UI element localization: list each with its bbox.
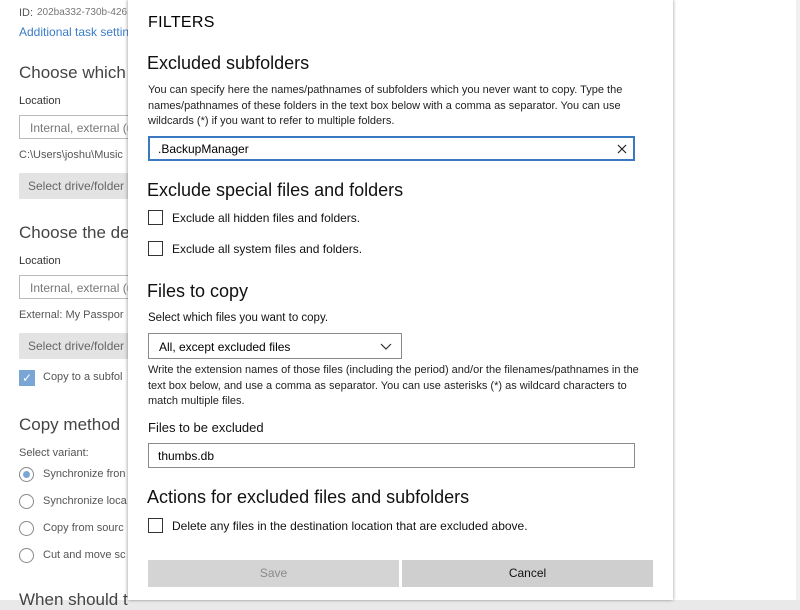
exclude-system-label: Exclude all system files and folders. <box>172 242 363 256</box>
excluded-subfolders-value: .BackupManager <box>158 142 249 156</box>
exclude-hidden-label: Exclude all hidden files and folders. <box>172 211 361 225</box>
actions-heading: Actions for excluded files and subfolder… <box>147 487 470 507</box>
dialog-title: FILTERS <box>148 14 215 31</box>
variant-radio-1[interactable] <box>19 467 34 482</box>
right-panel <box>672 0 800 600</box>
when-heading: When should t <box>19 590 128 609</box>
choose-source-heading: Choose which <box>19 63 126 82</box>
copy-subfolder-label: Copy to a subfol <box>43 371 123 383</box>
copy-subfolder-checkbox[interactable]: ✓ <box>19 370 35 386</box>
variant-label-2: Synchronize loca <box>43 495 127 507</box>
files-excluded-input[interactable]: thumbs.db <box>148 443 635 468</box>
id-value: 202ba332-730b-426 <box>37 7 128 18</box>
dest-select-label: Select drive/folder <box>28 339 125 353</box>
delete-excluded-label: Delete any files in the destination loca… <box>172 519 528 533</box>
source-path: C:\Users\joshu\Music <box>19 149 123 161</box>
variant-radio-3[interactable] <box>19 521 34 536</box>
window-edge <box>796 0 800 600</box>
exclude-hidden-checkbox[interactable] <box>148 210 163 225</box>
files-to-copy-selected: All, except excluded files <box>159 340 291 354</box>
source-location-label: Location <box>19 95 61 107</box>
dest-location-label: Location <box>19 255 61 267</box>
cancel-button[interactable]: Cancel <box>402 560 653 587</box>
excluded-subfolders-description: You can specify here the names/pathnames… <box>148 84 623 127</box>
files-excluded-value: thumbs.db <box>158 449 215 463</box>
files-excluded-label: Files to be excluded <box>148 420 264 435</box>
variant-radio-2[interactable] <box>19 494 34 509</box>
exclude-special-heading: Exclude special files and folders <box>147 180 404 200</box>
copy-method-heading: Copy method <box>19 415 121 434</box>
save-button[interactable]: Save <box>148 560 399 587</box>
variant-label-4: Cut and move sc <box>43 549 126 561</box>
filters-dialog: FILTERS Excluded subfolders You can spec… <box>128 0 673 600</box>
source-select-label: Select drive/folder <box>28 179 125 193</box>
select-variant-label: Select variant: <box>19 447 89 459</box>
variant-label-1: Synchronize fron <box>43 468 126 480</box>
files-to-copy-description: Write the extension names of those files… <box>148 364 639 407</box>
choose-dest-heading: Choose the de <box>19 223 130 242</box>
additional-settings-link[interactable]: Additional task settin <box>19 25 129 39</box>
variant-label-3: Copy from sourc <box>43 522 124 534</box>
exclude-system-checkbox[interactable] <box>148 241 163 256</box>
files-to-copy-dropdown[interactable]: All, except excluded files <box>148 333 402 359</box>
dest-path: External: My Passpor <box>19 309 124 321</box>
task-settings-pane: ID: 202ba332-730b-426 Additional task se… <box>0 0 159 609</box>
source-location-placeholder: Internal, external (u <box>30 121 134 135</box>
files-to-copy-select-label: Select which files you want to copy. <box>148 312 329 324</box>
clear-icon[interactable] <box>617 144 627 154</box>
delete-excluded-checkbox[interactable] <box>148 518 163 533</box>
dest-location-placeholder: Internal, external (u <box>30 281 134 295</box>
files-to-copy-heading: Files to copy <box>147 281 249 301</box>
chevron-down-icon <box>380 343 392 350</box>
id-label: ID: <box>19 7 34 19</box>
variant-radio-4[interactable] <box>19 548 34 563</box>
excluded-subfolders-input[interactable]: .BackupManager <box>148 136 635 161</box>
excluded-subfolders-heading: Excluded subfolders <box>147 53 310 73</box>
